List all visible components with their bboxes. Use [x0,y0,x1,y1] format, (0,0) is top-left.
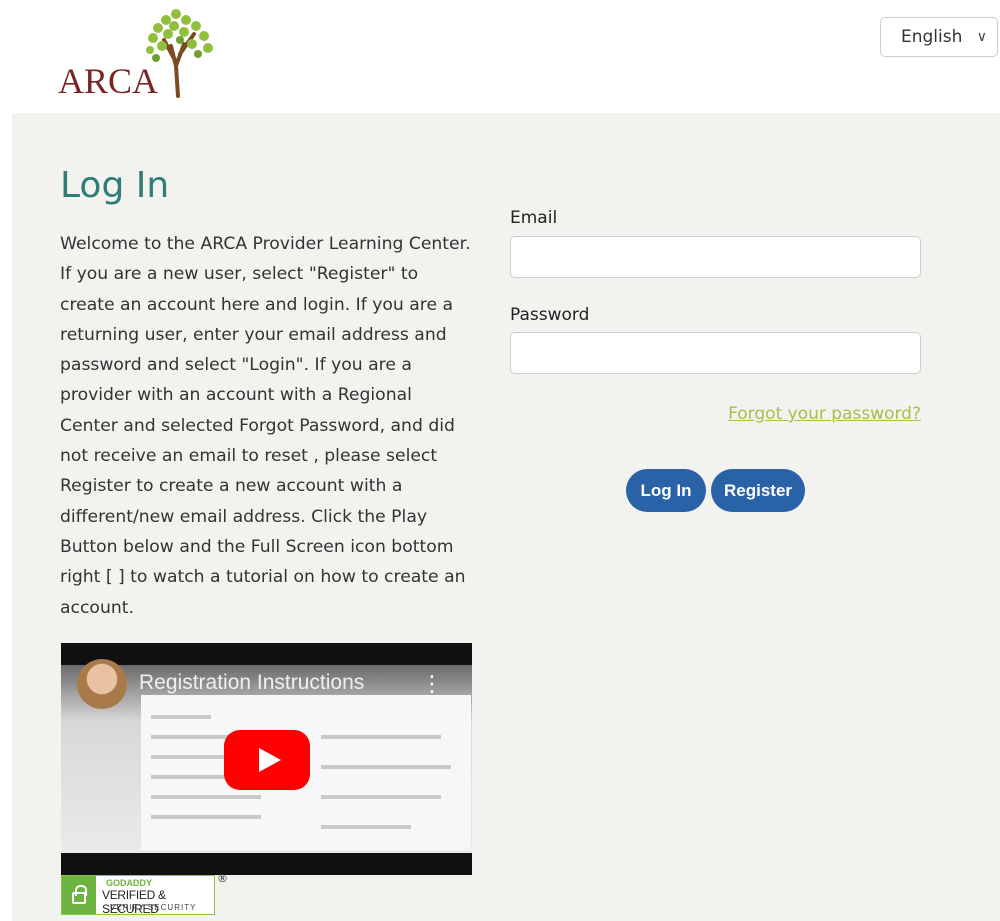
login-button[interactable]: Log In [626,469,706,512]
forgot-password-link[interactable]: Forgot your password? [728,404,921,424]
email-field[interactable] [510,236,921,278]
godaddy-security-badge[interactable]: GODADDY VERIFIED & SECURED VERIFY SECURI… [61,875,215,916]
password-label: Password [510,305,590,325]
video-title[interactable]: Registration Instructions [139,671,364,695]
badge-verify-link: VERIFY SECURITY [110,903,197,912]
email-label: Email [510,208,558,228]
chevron-down-icon: ∨ [976,29,987,45]
video-player[interactable]: Registration Instructions ⋮ [61,643,472,875]
register-button[interactable]: Register [711,469,805,512]
page-title: Log In [60,165,170,206]
language-select[interactable]: English ∨ [880,17,998,57]
registered-mark: ® [217,872,228,885]
lock-icon [62,876,96,914]
password-field[interactable] [510,332,921,374]
arca-logo[interactable]: ARCA [58,4,228,101]
channel-avatar[interactable] [77,659,127,709]
badge-brand: GODADDY [106,878,153,888]
language-selected: English [901,27,963,47]
more-options-icon[interactable]: ⋮ [421,673,443,697]
logo-text: ARCA [58,61,159,101]
play-button[interactable] [224,730,310,790]
intro-text: Welcome to the ARCA Provider Learning Ce… [60,234,471,618]
